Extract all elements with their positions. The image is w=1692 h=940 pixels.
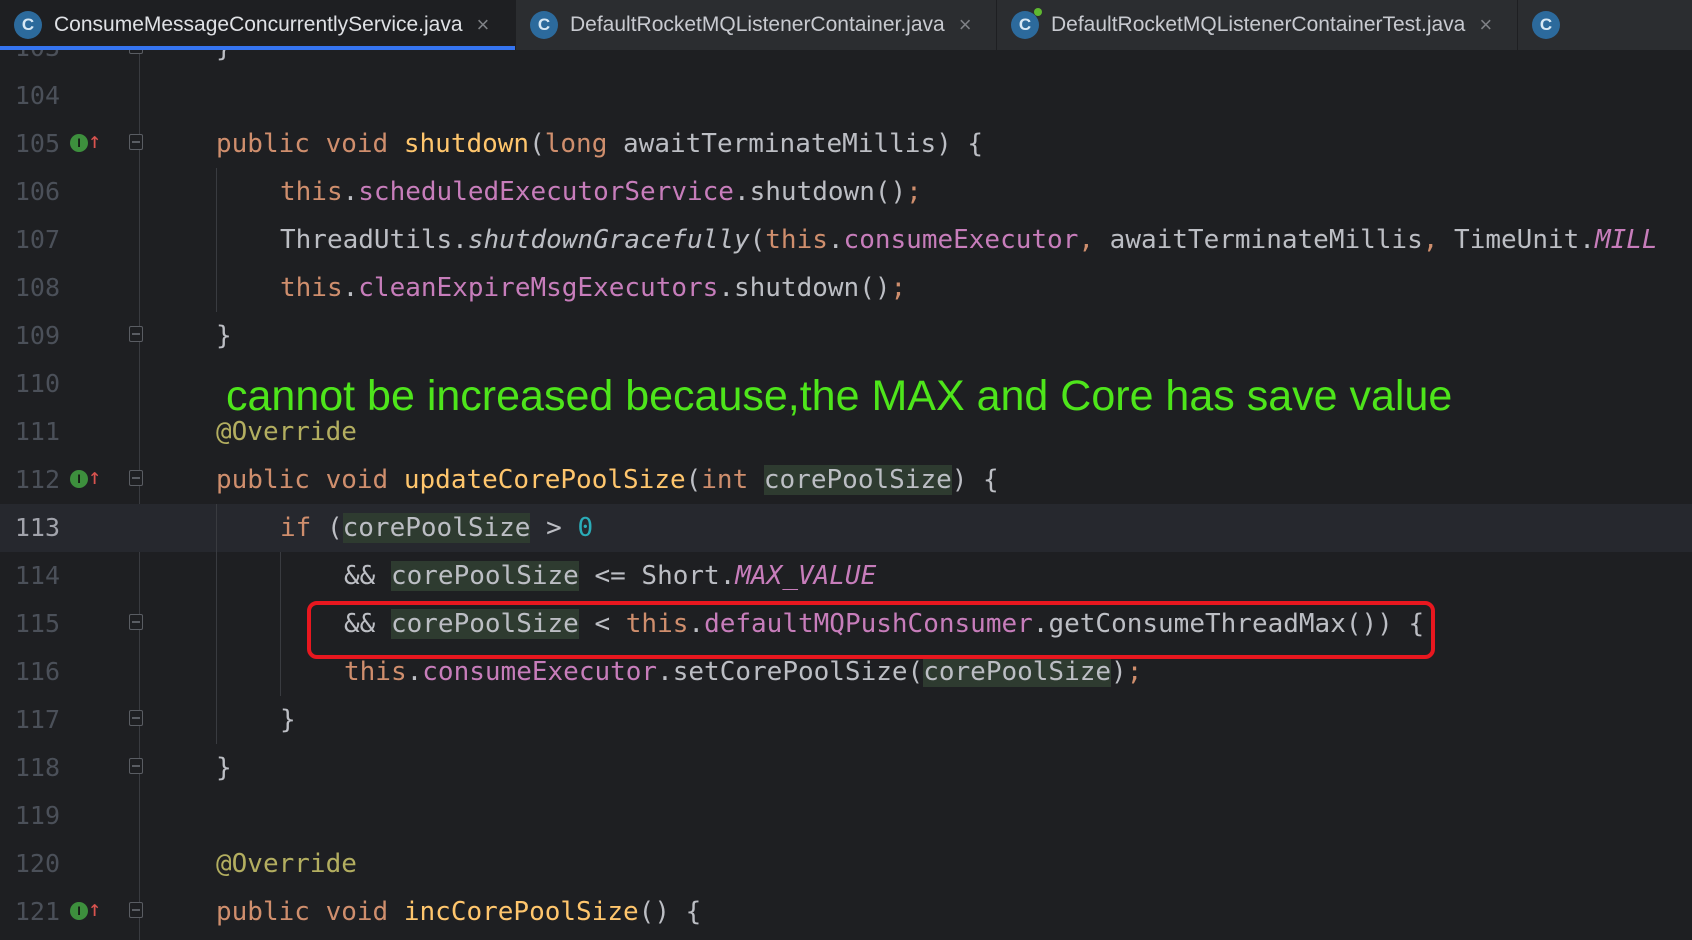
line-number: 104 bbox=[14, 81, 60, 110]
indent-guide bbox=[216, 504, 217, 744]
line-number: 107 bbox=[14, 225, 60, 254]
line-number: 111 bbox=[14, 417, 60, 446]
annotation-note: cannot be increased because,the MAX and … bbox=[226, 372, 1453, 420]
code-text: @Override bbox=[216, 849, 357, 879]
code-text: this.cleanExpireMsgExecutors.shutdown(); bbox=[280, 273, 907, 303]
class-icon: C bbox=[530, 11, 558, 39]
line-number: 105 bbox=[14, 129, 60, 158]
line-number: 117 bbox=[14, 705, 60, 734]
code-text: public void incCorePoolSize() { bbox=[216, 897, 702, 927]
close-icon[interactable]: × bbox=[959, 12, 972, 38]
tab-label: DefaultRocketMQListenerContainer.java bbox=[570, 13, 945, 36]
line-number: 119 bbox=[14, 801, 60, 830]
line-number: 118 bbox=[14, 753, 60, 782]
code-line-current[interactable]: 113 if (corePoolSize > 0 bbox=[0, 504, 1692, 552]
fold-end-icon[interactable] bbox=[129, 326, 143, 342]
fold-end-icon[interactable] bbox=[129, 710, 143, 726]
close-icon[interactable]: × bbox=[1479, 12, 1492, 38]
code-line[interactable]: 106 this.scheduledExecutorService.shutdo… bbox=[0, 168, 1692, 216]
line-number: 113 bbox=[14, 513, 60, 542]
line-number: 114 bbox=[14, 561, 60, 590]
code-line[interactable]: 121 I ↑ public void incCorePoolSize() { bbox=[0, 888, 1692, 936]
implements-override-icon[interactable]: I ↑ bbox=[70, 130, 106, 156]
code-line[interactable]: 109 } bbox=[0, 312, 1692, 360]
code-line[interactable]: 112 I ↑ public void updateCorePoolSize(in… bbox=[0, 456, 1692, 504]
fold-start-icon[interactable] bbox=[129, 134, 143, 150]
code-line[interactable]: 107 ThreadUtils.shutdownGracefully(this.… bbox=[0, 216, 1692, 264]
code-text: } bbox=[216, 753, 232, 783]
indent-guide bbox=[216, 168, 217, 312]
tab-default-rocketmq-listener-container-test[interactable]: C DefaultRocketMQListenerContainerTest.j… bbox=[997, 0, 1517, 50]
fold-start-icon[interactable] bbox=[129, 902, 143, 918]
tab-consume-message-concurrently-service[interactable]: C ConsumeMessageConcurrentlyService.java… bbox=[0, 0, 515, 50]
implements-override-icon[interactable]: I ↑ bbox=[70, 898, 106, 924]
fold-end-icon[interactable] bbox=[129, 758, 143, 774]
tab-label: ConsumeMessageConcurrentlyService.java bbox=[54, 13, 463, 36]
code-text: } bbox=[280, 705, 296, 735]
line-number: 108 bbox=[14, 273, 60, 302]
tab-label: DefaultRocketMQListenerContainerTest.jav… bbox=[1051, 13, 1466, 36]
code-line[interactable]: 114 && corePoolSize <= Short.MAX_VALUE bbox=[0, 552, 1692, 600]
code-line[interactable]: 104 bbox=[0, 72, 1692, 120]
code-line[interactable]: 118 } bbox=[0, 744, 1692, 792]
tab-overflow[interactable]: C bbox=[1518, 0, 1692, 50]
code-line[interactable]: 105 I ↑ public void shutdown(long awaitTe… bbox=[0, 120, 1692, 168]
code-text: this.scheduledExecutorService.shutdown()… bbox=[280, 177, 922, 207]
code-text: public void shutdown(long awaitTerminate… bbox=[216, 129, 984, 159]
code-line[interactable]: 117 } bbox=[0, 696, 1692, 744]
highlight-box bbox=[307, 601, 1435, 659]
class-icon: C bbox=[1532, 11, 1560, 39]
fold-start-icon[interactable] bbox=[129, 470, 143, 486]
indent-guide bbox=[280, 552, 281, 696]
line-number: 103 bbox=[0, 50, 60, 72]
code-line[interactable]: 108 this.cleanExpireMsgExecutors.shutdow… bbox=[0, 264, 1692, 312]
code-text: public void updateCorePoolSize(int coreP… bbox=[216, 465, 999, 495]
code-line[interactable]: 120 @Override bbox=[0, 840, 1692, 888]
line-number: 120 bbox=[14, 849, 60, 878]
line-number: 116 bbox=[14, 657, 60, 686]
line-number: 115 bbox=[14, 609, 60, 638]
code-line[interactable]: 103 } bbox=[0, 50, 1692, 72]
class-icon: C bbox=[14, 11, 42, 39]
line-number: 109 bbox=[14, 321, 60, 350]
test-class-icon: C bbox=[1011, 8, 1042, 39]
code-editor[interactable]: 103 } 104 105 I↑ public void shutdown(lo… bbox=[0, 50, 1692, 940]
line-number: 112 bbox=[14, 465, 60, 494]
fold-end-icon[interactable] bbox=[129, 50, 143, 54]
tab-default-rocketmq-listener-container[interactable]: C DefaultRocketMQListenerContainer.java … bbox=[516, 0, 996, 50]
code-text: if (corePoolSize > 0 bbox=[280, 513, 594, 543]
code-text: } bbox=[216, 321, 232, 351]
line-number: 110 bbox=[14, 369, 60, 398]
code-text: && corePoolSize <= Short.MAX_VALUE bbox=[344, 561, 877, 591]
line-number: 121 bbox=[14, 897, 60, 926]
code-line[interactable]: 119 bbox=[0, 792, 1692, 840]
code-text: } bbox=[216, 50, 232, 72]
fold-start-icon[interactable] bbox=[129, 614, 143, 630]
code-text: ThreadUtils.shutdownGracefully(this.cons… bbox=[280, 225, 1658, 255]
editor-tab-bar: C ConsumeMessageConcurrentlyService.java… bbox=[0, 0, 1692, 51]
implements-override-icon[interactable]: I ↑ bbox=[70, 466, 106, 492]
close-icon[interactable]: × bbox=[477, 12, 490, 38]
line-number: 106 bbox=[14, 177, 60, 206]
